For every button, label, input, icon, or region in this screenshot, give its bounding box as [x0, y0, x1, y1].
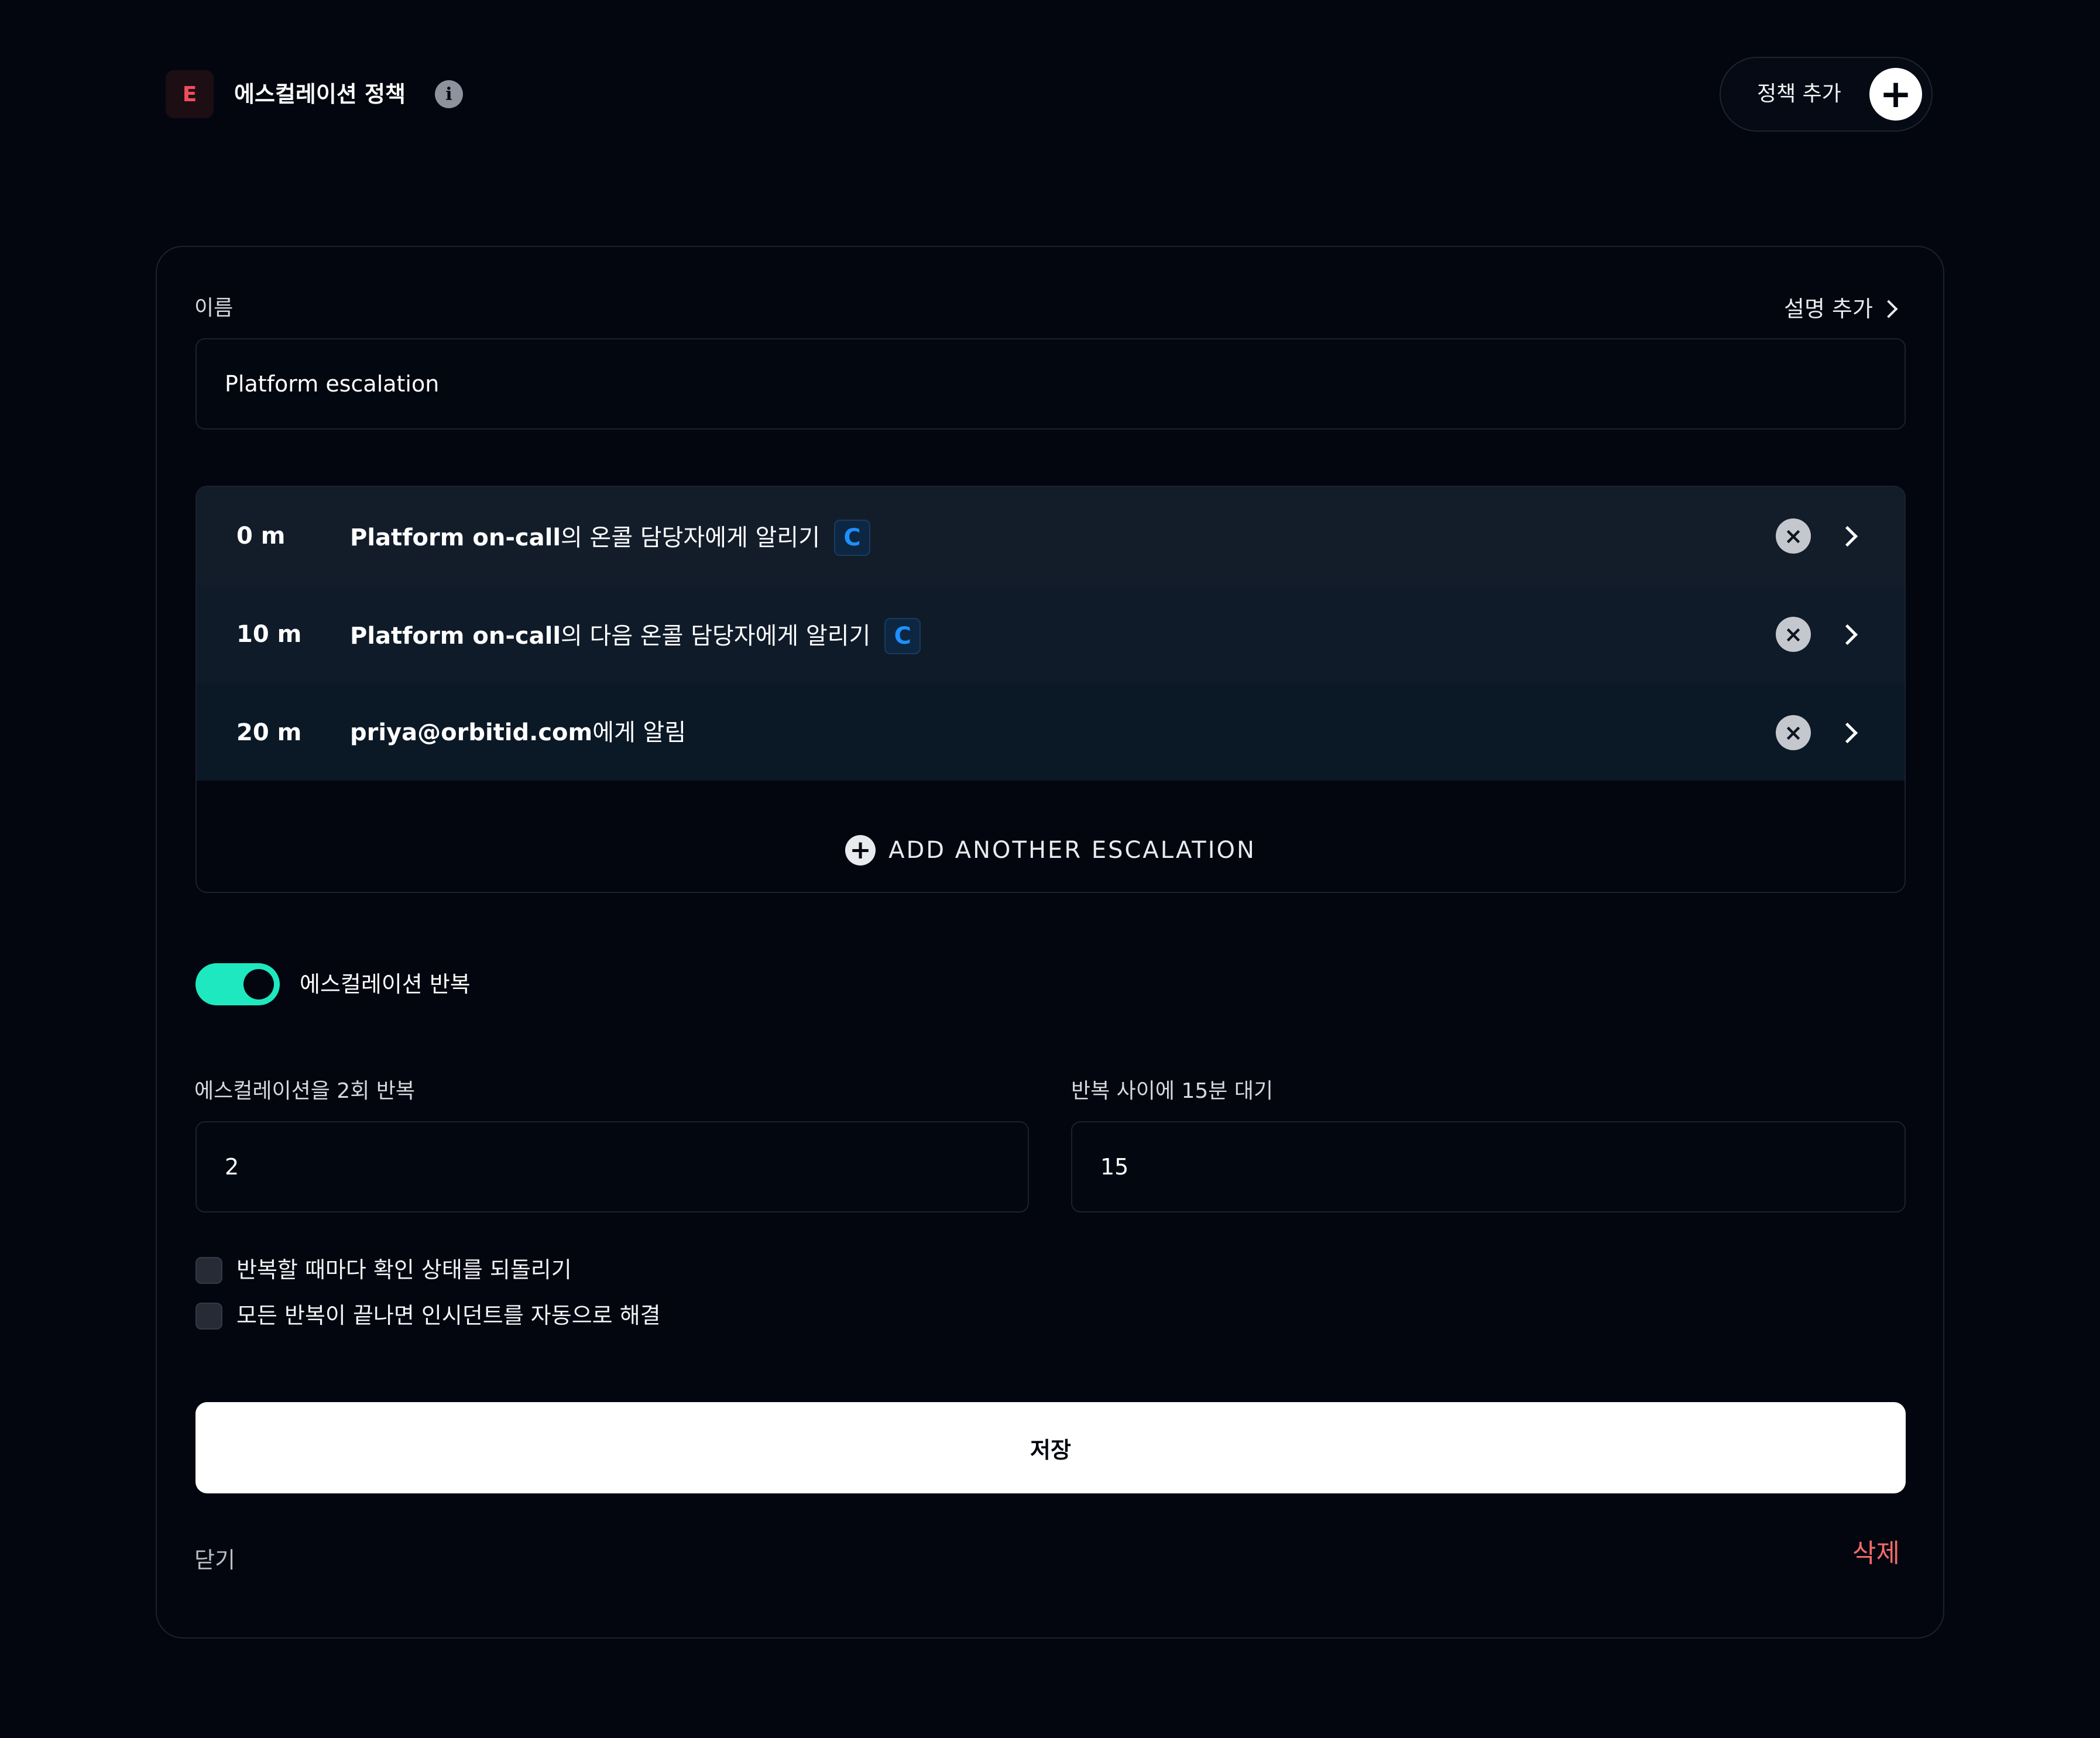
add-escalation-button[interactable]: + ADD ANOTHER ESCALATION: [197, 808, 1905, 892]
escalation-delay: 20 m: [236, 719, 302, 746]
escalation-description: Platform on-call 의 온콜 담당자에게 알리기 C: [350, 520, 870, 556]
repeat-count-input[interactable]: 2: [195, 1121, 1029, 1213]
info-icon[interactable]: i: [435, 80, 463, 108]
escalation-action: 에게 알림: [592, 719, 687, 746]
repeat-escalation-toggle[interactable]: [195, 963, 280, 1005]
auto-resolve-label: 모든 반복이 끝나면 인시던트를 자동으로 해결: [236, 1303, 661, 1328]
logo-letter: E: [182, 82, 197, 107]
escalation-delay: 10 m: [236, 621, 302, 648]
chevron-right-icon: [1879, 300, 1898, 318]
escalation-target: priya@orbitid.com: [350, 719, 593, 746]
escalation-target: Platform on-call: [350, 623, 561, 650]
app-logo: E: [166, 70, 214, 118]
repeat-wait-label: 반복 사이에 15분 대기: [1071, 1079, 1274, 1103]
escalation-row[interactable]: 20 m priya@orbitid.com 에게 알림 ×: [197, 683, 1905, 781]
name-label: 이름: [194, 296, 234, 320]
escalation-row[interactable]: 0 m Platform on-call 의 온콜 담당자에게 알리기 C ×: [197, 487, 1905, 585]
repeat-wait-value: 15: [1100, 1154, 1129, 1180]
escalation-row[interactable]: 10 m Platform on-call 의 다음 온콜 담당자에게 알리기 C …: [197, 585, 1905, 683]
escalation-action: 의 온콜 담당자에게 알리기: [561, 524, 820, 551]
toggle-knob: [243, 969, 274, 999]
close-button[interactable]: 닫기: [194, 1545, 235, 1575]
repeat-count-label: 에스컬레이션을 2회 반복: [194, 1079, 415, 1103]
escalation-description: priya@orbitid.com 에게 알림: [350, 716, 686, 749]
escalation-list: 0 m Platform on-call 의 온콜 담당자에게 알리기 C × 10…: [195, 486, 1906, 893]
escalation-description: Platform on-call 의 다음 온콜 담당자에게 알리기 C: [350, 618, 921, 654]
plus-icon: +: [1869, 68, 1922, 121]
schedule-badge: C: [834, 520, 870, 556]
chevron-right-icon[interactable]: [1837, 722, 1858, 744]
chevron-right-icon[interactable]: [1837, 525, 1858, 547]
save-button[interactable]: 저장: [195, 1402, 1906, 1493]
name-input-value: Platform escalation: [225, 371, 440, 397]
auto-resolve-checkbox[interactable]: [195, 1303, 222, 1330]
add-policy-label: 정책 추가: [1757, 82, 1841, 106]
escalation-delay: 0 m: [236, 523, 286, 549]
add-escalation-label: ADD ANOTHER ESCALATION: [888, 837, 1256, 864]
schedule-badge: C: [884, 618, 921, 654]
remove-escalation-button[interactable]: ×: [1776, 518, 1811, 554]
name-input[interactable]: Platform escalation: [195, 338, 1906, 430]
repeat-count-value: 2: [225, 1154, 239, 1180]
remove-escalation-button[interactable]: ×: [1776, 715, 1811, 750]
reset-ack-checkbox[interactable]: [195, 1257, 222, 1284]
chevron-right-icon[interactable]: [1837, 624, 1858, 645]
add-description-link[interactable]: 설명 추가: [1784, 294, 1898, 324]
info-symbol: i: [445, 84, 452, 105]
add-description-label: 설명 추가: [1784, 296, 1873, 322]
reset-ack-label: 반복할 때마다 확인 상태를 되돌리기: [236, 1257, 572, 1283]
remove-escalation-button[interactable]: ×: [1776, 617, 1811, 652]
repeat-toggle-label: 에스컬레이션 반복: [300, 971, 471, 997]
plus-circle-icon: +: [845, 835, 876, 865]
repeat-wait-input[interactable]: 15: [1071, 1121, 1906, 1213]
escalation-target: Platform on-call: [350, 524, 561, 551]
page-title: 에스컬레이션 정책: [234, 81, 406, 107]
add-policy-button[interactable]: 정책 추가 +: [1720, 57, 1933, 132]
escalation-action: 의 다음 온콜 담당자에게 알리기: [561, 623, 871, 650]
delete-button[interactable]: 삭제: [1852, 1537, 1900, 1571]
